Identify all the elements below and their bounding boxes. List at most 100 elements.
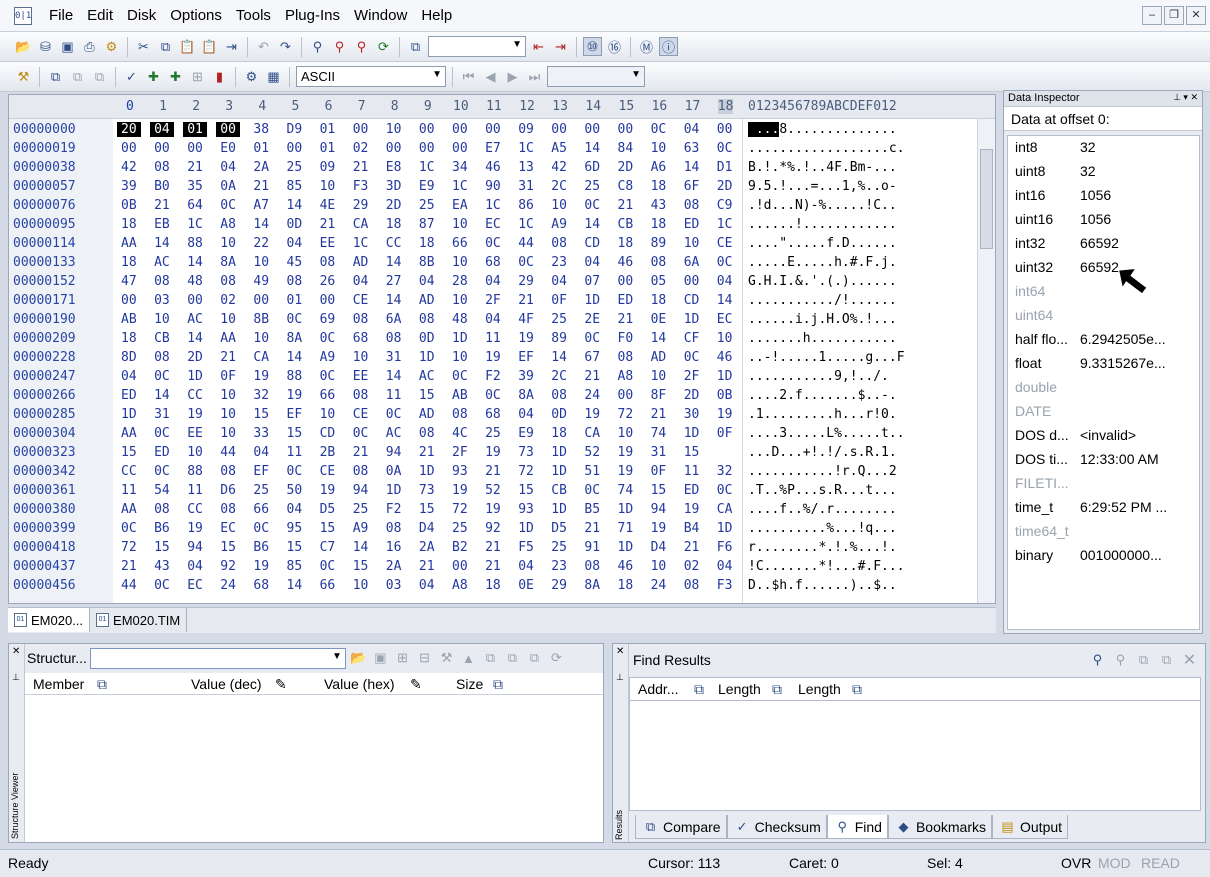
hex-byte[interactable]: 21 (618, 198, 634, 213)
ascii-text[interactable]: ...........!r.Q...2 (748, 464, 897, 479)
hex-byte[interactable]: ED (684, 217, 700, 232)
hex-byte[interactable]: 72 (121, 540, 137, 555)
hex-byte[interactable]: 10 (220, 388, 236, 403)
tab-output[interactable]: ▤ Output (992, 815, 1069, 839)
hex-byte[interactable]: 1D (419, 350, 435, 365)
hex-byte[interactable]: 43 (651, 198, 667, 213)
hex-byte[interactable]: 1D (518, 521, 534, 536)
hex-byte[interactable]: 00 (717, 122, 733, 137)
hex-byte[interactable]: EE (353, 369, 369, 384)
hex-byte[interactable]: 19 (584, 407, 600, 422)
hex-byte[interactable]: EF (287, 407, 303, 422)
hex-byte[interactable]: A7 (253, 198, 269, 213)
hex-byte[interactable]: F3 (717, 578, 733, 593)
inspector-row[interactable]: time64_t (1008, 520, 1198, 544)
close-icon[interactable]: ✕ (12, 646, 20, 657)
hex-byte[interactable]: 16 (386, 540, 402, 555)
hex-byte[interactable]: 68 (253, 578, 269, 593)
hex-byte[interactable]: A5 (551, 141, 567, 156)
inspector-row[interactable]: binary 001000000... (1008, 544, 1198, 568)
hex-byte[interactable]: 00 (419, 122, 435, 137)
hex-byte[interactable]: 10 (253, 255, 269, 270)
hex-byte[interactable]: 01 (320, 141, 336, 156)
hex-byte[interactable]: 6A (386, 312, 402, 327)
ascii-text[interactable]: ....2.f.......$..-. (748, 388, 897, 403)
structure-disabled-icon[interactable]: ⊞ (188, 67, 207, 86)
hex-byte[interactable]: EC (220, 521, 236, 536)
hex-byte[interactable]: 48 (187, 274, 203, 289)
goto-back-icon[interactable]: ⇤ (529, 37, 548, 56)
calculator-icon[interactable]: ▦ (264, 67, 283, 86)
hex-byte[interactable]: AD (651, 350, 667, 365)
hex-byte[interactable]: 0F (717, 426, 733, 441)
hex-byte[interactable]: 10 (220, 426, 236, 441)
status-overwrite[interactable]: OVR (1061, 855, 1091, 871)
hex-byte[interactable]: C9 (717, 198, 733, 213)
hex-byte[interactable]: 8A (220, 255, 236, 270)
redo-icon[interactable]: ↷ (276, 37, 295, 56)
ascii-text[interactable]: ..................c. (748, 141, 905, 156)
hex-byte[interactable]: 52 (584, 445, 600, 460)
hex-byte[interactable]: 64 (187, 198, 203, 213)
hex-byte[interactable]: B5 (584, 502, 600, 517)
menu-file[interactable]: File (42, 7, 80, 24)
hex-byte[interactable]: 19 (320, 483, 336, 498)
hex-byte[interactable]: B4 (684, 521, 700, 536)
hex-byte[interactable]: 2E (584, 312, 600, 327)
hex-byte[interactable]: 10 (717, 331, 733, 346)
hex-byte[interactable]: 04 (419, 578, 435, 593)
hex-byte[interactable]: A9 (551, 217, 567, 232)
hex-byte[interactable]: CC (187, 388, 203, 403)
hex-byte[interactable]: 23 (551, 255, 567, 270)
ascii-text[interactable]: ..........%...!q... (748, 521, 897, 536)
edit-icon[interactable]: ✎ (275, 676, 287, 693)
hex-byte[interactable]: 1D (551, 464, 567, 479)
inspector-row[interactable]: time_t 6:29:52 PM ... (1008, 496, 1198, 520)
file-tab-1[interactable]: 01 EM020... (8, 608, 91, 632)
restore-icon[interactable]: ❐ (1164, 6, 1184, 25)
hex-byte[interactable]: 28 (452, 274, 468, 289)
ascii-text[interactable]: ...8.............. (748, 122, 897, 137)
hex-byte[interactable]: F3 (353, 179, 369, 194)
hex-byte[interactable]: 03 (386, 578, 402, 593)
hex-byte[interactable]: 88 (187, 464, 203, 479)
hex-byte[interactable]: 39 (518, 369, 534, 384)
hex-byte[interactable]: 19 (651, 521, 667, 536)
hex-byte[interactable]: 00 (216, 122, 240, 137)
hex-byte[interactable]: 0C (353, 426, 369, 441)
hex-byte[interactable]: 92 (220, 559, 236, 574)
hex-byte[interactable]: D6 (220, 483, 236, 498)
ascii-text[interactable]: D..$h.f......)..$.. (748, 578, 897, 593)
hex-byte[interactable]: 20 (117, 122, 141, 137)
hex-byte[interactable]: 19 (618, 464, 634, 479)
settings-icon[interactable]: ⚙ (242, 67, 261, 86)
pin-icon[interactable]: ⊥ (12, 672, 20, 683)
close-icon[interactable]: ✕ (1186, 6, 1206, 25)
hex-byte[interactable]: 10 (353, 350, 369, 365)
hex-byte[interactable]: 14 (287, 350, 303, 365)
hex-byte[interactable]: ED (154, 445, 170, 460)
hex-byte[interactable]: 00 (121, 141, 137, 156)
hex-byte[interactable]: 42 (121, 160, 137, 175)
add-member-icon[interactable]: ⊞ (393, 649, 412, 668)
hex-byte[interactable]: 11 (187, 483, 203, 498)
hex-byte[interactable]: 25 (485, 426, 501, 441)
hex-byte[interactable]: 04 (220, 160, 236, 175)
menu-window[interactable]: Window (347, 7, 414, 24)
hex-byte[interactable]: AC (187, 312, 203, 327)
hex-byte[interactable]: 10 (551, 198, 567, 213)
hex-byte[interactable]: 08 (220, 464, 236, 479)
hex-byte[interactable]: 08 (386, 521, 402, 536)
save-structure-icon[interactable]: ▣ (371, 649, 390, 668)
hex-byte[interactable]: CA (253, 350, 269, 365)
goto-offset-dropdown[interactable]: ▼ (428, 36, 526, 57)
hex-byte[interactable]: 0C (121, 521, 137, 536)
hex-byte[interactable]: 54 (154, 483, 170, 498)
hex-byte[interactable]: AD (419, 407, 435, 422)
hex-byte[interactable]: 0E (518, 578, 534, 593)
hex-byte[interactable]: 19 (684, 502, 700, 517)
hex-byte[interactable]: 1C (518, 217, 534, 232)
hex-byte[interactable]: 1C (187, 217, 203, 232)
hex-byte[interactable]: 47 (121, 274, 137, 289)
edit-structure-icon[interactable]: ⚒ (437, 649, 456, 668)
